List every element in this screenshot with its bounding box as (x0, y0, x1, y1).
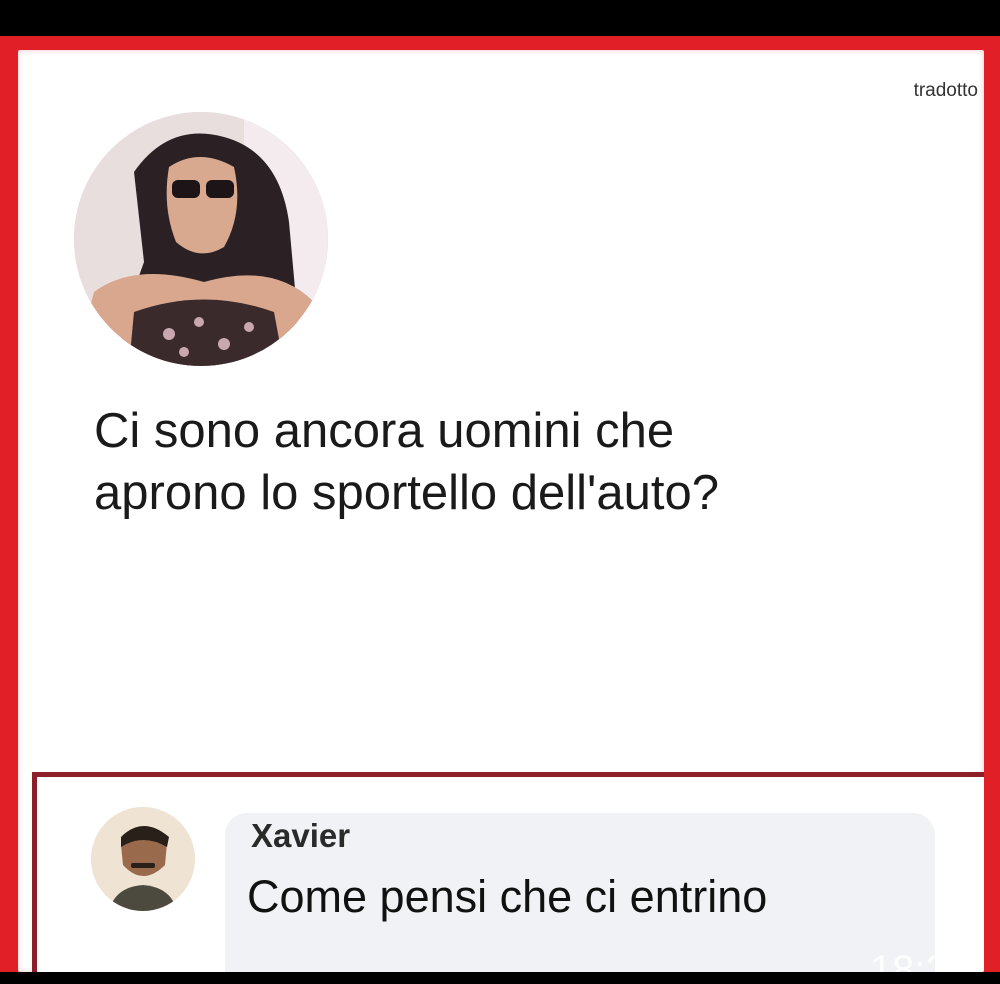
timestamp: 18:22 (869, 950, 970, 972)
top-bar (0, 0, 1000, 36)
comment-text: Come pensi che ci entrino (247, 871, 768, 922)
comment-author[interactable]: Xavier (251, 817, 350, 855)
comment-bubble[interactable]: Xavier Come pensi che ci entrino (225, 813, 935, 972)
profile-photo (74, 112, 328, 366)
post-card: tradotto Ci sono ancora uomini che apron… (18, 50, 984, 972)
post-text: Ci sono ancora uomini che aprono lo spor… (94, 404, 720, 520)
comment-section: Xavier Come pensi che ci entrino (32, 772, 984, 972)
avatar[interactable] (74, 112, 328, 366)
red-frame: tradotto Ci sono ancora uomini che apron… (0, 36, 1000, 972)
bottom-bar (0, 972, 1000, 984)
translated-badge[interactable]: tradotto (914, 80, 978, 102)
commenter-avatar[interactable] (91, 807, 195, 911)
commenter-photo (91, 807, 195, 911)
